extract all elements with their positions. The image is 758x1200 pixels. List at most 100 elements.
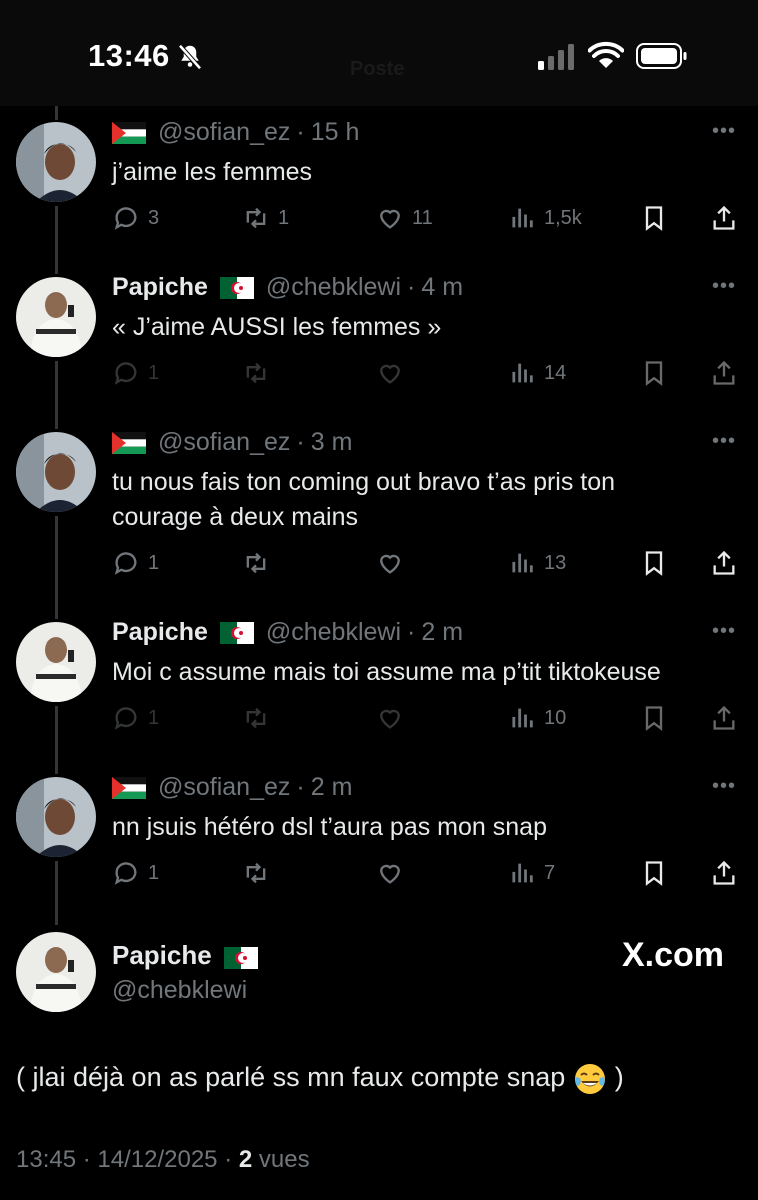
tweet-actions: 1 10 (112, 701, 742, 735)
views-button[interactable]: 7 (508, 856, 555, 890)
tweet-handle[interactable]: @chebklewi (266, 618, 401, 647)
repost-count: 1 (278, 206, 290, 229)
thread-line (55, 106, 58, 120)
views-count: 1,5k (544, 206, 582, 229)
algeria-flag-icon (223, 945, 258, 969)
share-button[interactable] (710, 546, 746, 580)
tweet-timestamp[interactable]: 13:45 (16, 1146, 76, 1173)
repost-icon (246, 362, 266, 384)
bookmark-button[interactable] (640, 201, 676, 235)
repost-icon (246, 707, 266, 729)
tears-of-joy-emoji-icon (575, 1064, 606, 1094)
avatar-sofian[interactable] (16, 432, 96, 512)
views-label: vues (258, 1146, 310, 1173)
tweet-display-name[interactable]: Papiche (112, 273, 208, 302)
heart-icon (380, 209, 400, 229)
thread-line (55, 706, 58, 774)
separator-dot: · (407, 273, 416, 301)
like-button[interactable] (376, 546, 412, 580)
more-options-icon[interactable]: ••• (712, 275, 736, 298)
thread-line (55, 206, 58, 274)
reply-count: 1 (148, 861, 160, 884)
tweet-handle[interactable]: @sofian_ez (158, 428, 290, 457)
views-button[interactable]: 10 (508, 701, 566, 735)
tweet-header: @sofian_ez · 2 m (112, 773, 352, 802)
views-count: 7 (544, 861, 556, 884)
views-button[interactable]: 1,5k (508, 201, 582, 235)
like-button[interactable] (376, 701, 412, 735)
tweet-actions: 3 1 11 1,5k (112, 201, 742, 235)
repost-button[interactable] (242, 546, 278, 580)
share-icon (713, 360, 735, 385)
focused-display-name-row: Papiche (112, 940, 270, 971)
share-button[interactable] (710, 201, 746, 235)
like-button[interactable]: 11 (376, 201, 433, 235)
avatar-papiche[interactable] (16, 622, 96, 702)
avatar-papiche[interactable] (16, 277, 96, 357)
tweet-handle[interactable]: @chebklewi (266, 273, 401, 302)
share-button[interactable] (710, 701, 746, 735)
tweet-display-name[interactable]: Papiche (112, 618, 208, 647)
like-button[interactable] (376, 856, 412, 890)
avatar-papiche[interactable] (16, 932, 96, 1012)
bookmark-button[interactable] (640, 701, 676, 735)
repost-button[interactable]: 1 (242, 201, 289, 235)
views-icon (512, 863, 533, 883)
separator-dot: · (296, 118, 305, 146)
tweet-time[interactable]: 3 m (311, 428, 353, 457)
avatar-sofian[interactable] (16, 777, 96, 857)
more-options-icon[interactable]: ••• (712, 775, 736, 798)
share-button[interactable] (710, 356, 746, 390)
tweet-handle[interactable]: @sofian_ez (158, 773, 290, 802)
avatar-sofian[interactable] (16, 122, 96, 202)
reply-icon (114, 362, 137, 385)
thread-line (55, 361, 58, 429)
reply-button[interactable]: 1 (112, 546, 159, 580)
heart-icon (380, 364, 400, 384)
bookmark-icon (645, 706, 663, 731)
bookmark-icon (645, 206, 663, 231)
views-count: 13 (544, 551, 567, 574)
more-options-icon[interactable]: ••• (712, 120, 736, 143)
reply-button[interactable]: 1 (112, 856, 159, 890)
repost-button[interactable] (242, 856, 278, 890)
separator-dot: · (296, 428, 305, 456)
repost-button[interactable] (242, 356, 278, 390)
tweet-header: Papiche @chebklewi · 2 m (112, 618, 463, 647)
share-icon (713, 205, 735, 230)
reply-button[interactable]: 1 (112, 701, 159, 735)
more-options-icon[interactable]: ••• (712, 620, 736, 643)
bell-slash-icon (178, 44, 202, 70)
reply-button[interactable]: 3 (112, 201, 159, 235)
views-count: 14 (544, 361, 567, 384)
reply-count: 1 (148, 551, 160, 574)
tweet-header: @sofian_ez · 15 h (112, 118, 359, 147)
focused-display-name[interactable]: Papiche (112, 940, 212, 971)
tweet-meta: 13:45 · 14/12/2025 · 2 vues (16, 1146, 310, 1174)
bookmark-button[interactable] (640, 546, 676, 580)
repost-button[interactable] (242, 701, 278, 735)
tweet-time[interactable]: 2 m (311, 773, 353, 802)
tweet-time[interactable]: 2 m (421, 618, 463, 647)
reply-button[interactable]: 1 (112, 356, 159, 390)
bookmark-icon (645, 861, 663, 886)
tweet-time[interactable]: 4 m (421, 273, 463, 302)
more-options-icon[interactable]: ••• (712, 430, 736, 453)
reply-icon (114, 862, 137, 885)
bookmark-button[interactable] (640, 856, 676, 890)
bookmark-button[interactable] (640, 356, 676, 390)
share-button[interactable] (710, 856, 746, 890)
tweet-time[interactable]: 15 h (311, 118, 360, 147)
focused-handle[interactable]: @chebklewi (112, 976, 247, 1005)
like-button[interactable] (376, 356, 412, 390)
x-watermark: X.com (622, 936, 725, 974)
tweet-text: j’aime les femmes (112, 158, 313, 186)
tweet-text: « J’aime AUSSI les femmes » (112, 313, 442, 341)
tweet-date[interactable]: 14/12/2025 (97, 1146, 217, 1173)
bookmark-icon (645, 551, 663, 576)
views-button[interactable]: 13 (508, 546, 566, 580)
views-count: 2 (238, 1146, 253, 1173)
views-button[interactable]: 14 (508, 356, 566, 390)
tweet-handle[interactable]: @sofian_ez (158, 118, 290, 147)
algeria-flag-icon (219, 621, 254, 644)
